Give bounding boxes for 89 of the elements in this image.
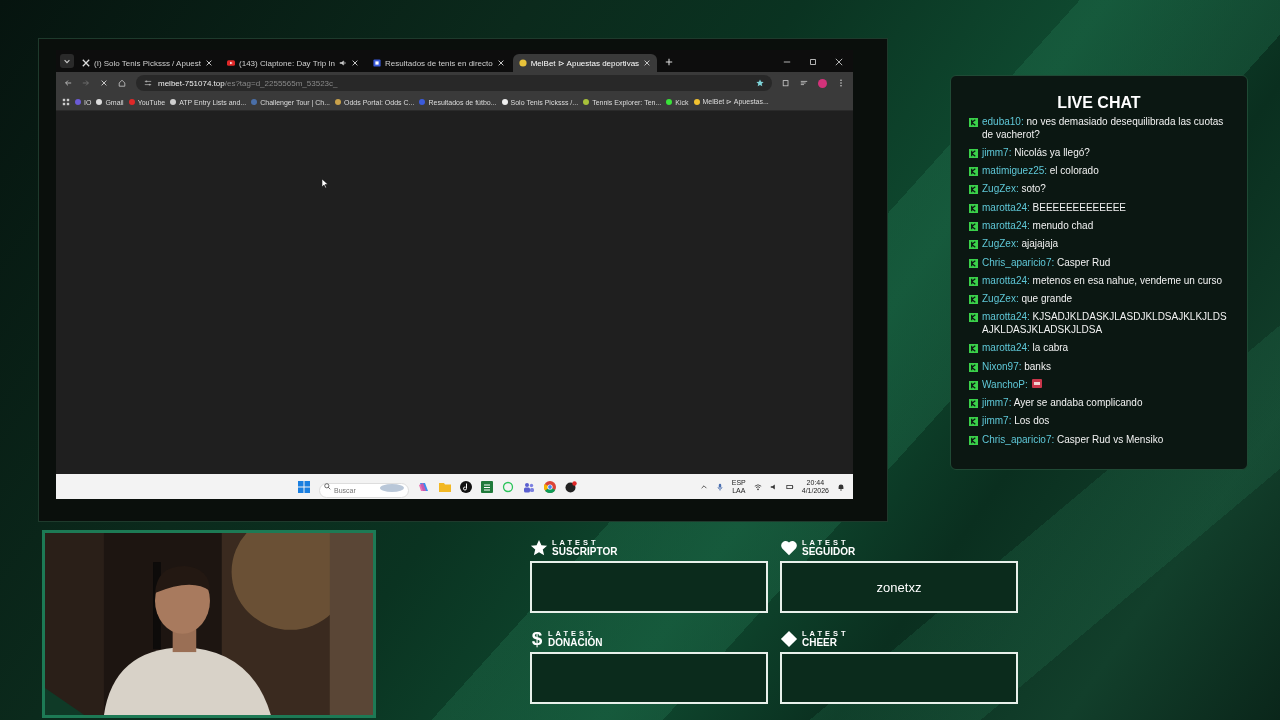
badge-icon — [969, 148, 978, 158]
chat-message: eduba10: no ves demasiado desequilibrada las cuotas de vacherot? — [982, 116, 1225, 141]
browser-tab[interactable]: Resultados de tenis en directo — [367, 54, 511, 72]
app-icon[interactable] — [565, 480, 577, 493]
badge-icon — [969, 399, 978, 409]
microphone-icon[interactable] — [715, 482, 724, 491]
chat-message: ZugZex: que grande — [982, 293, 1074, 306]
badge-icon — [969, 276, 978, 286]
search-icon — [324, 483, 331, 490]
restore-icon[interactable] — [809, 58, 817, 66]
home-icon[interactable] — [118, 79, 126, 87]
browser-tab[interactable]: (I) Solo Tenis Picksss / Apuest — [76, 54, 219, 72]
star-icon[interactable] — [756, 79, 764, 87]
chat-message: Nixon97: banks — [982, 360, 1052, 374]
music-note-icon[interactable] — [460, 480, 472, 493]
media-icon[interactable] — [800, 79, 808, 87]
widget-title: DONACIÓN — [548, 637, 603, 648]
cursor-icon — [322, 179, 328, 188]
badge-icon — [969, 258, 978, 268]
chrome-icon[interactable] — [544, 480, 556, 493]
chat-message: marotta24: metenos en esa nahue, vendeme un curso — [982, 274, 1224, 288]
stop-icon[interactable] — [100, 79, 108, 87]
coin-icon — [518, 59, 527, 67]
windows-icon[interactable] — [298, 480, 310, 493]
address-bar[interactable]: melbet-751074.top/es?tag=d_2255565m_53523c_ — [136, 75, 772, 91]
browser-tab[interactable]: MelBet ⊳ Apuestas deportivas — [512, 54, 658, 72]
emote-icon — [1031, 378, 1042, 388]
close-icon[interactable] — [496, 59, 505, 67]
badge-icon — [969, 380, 978, 390]
chat-title: LIVE CHAT — [1057, 94, 1141, 112]
dollar-sign: $ — [530, 630, 544, 648]
minimize-icon[interactable] — [783, 58, 791, 66]
extensions-icon[interactable] — [782, 79, 790, 87]
star-icon — [530, 539, 548, 557]
badge-icon — [969, 313, 978, 323]
badge-icon — [969, 344, 978, 354]
badge-icon — [969, 203, 978, 213]
x-logo-icon — [82, 59, 90, 67]
back-icon[interactable] — [64, 79, 72, 87]
people-icon[interactable] — [523, 480, 535, 493]
speaker-icon[interactable] — [769, 482, 778, 491]
widget-value: zonetxz — [876, 579, 922, 595]
battery-icon[interactable] — [785, 482, 794, 491]
play-icon — [227, 59, 235, 67]
close-icon[interactable] — [835, 58, 843, 66]
chat-message: ZugZex: soto? — [982, 183, 1047, 196]
chat-message: matimiguez25: el colorado — [982, 165, 1100, 178]
badge-icon — [969, 185, 978, 195]
chevron-up-icon[interactable] — [699, 482, 708, 491]
chat-message: Chris_aparicio7: Casper Rud vs Mensiko — [982, 433, 1165, 447]
widget-title: SUSCRIPTOR — [552, 546, 618, 557]
cloud-icon — [380, 482, 404, 492]
speaker-icon[interactable] — [339, 59, 348, 67]
close-icon[interactable] — [351, 59, 360, 67]
avatar-icon[interactable] — [818, 78, 827, 88]
close-icon[interactable] — [205, 59, 213, 67]
badge-icon — [969, 417, 978, 427]
chat-message: ZugZex: ajajajaja — [982, 238, 1060, 251]
heart-icon — [780, 539, 798, 557]
chat-message: jimm7: Nicolás ya llegó? — [982, 146, 1091, 160]
menu-icon[interactable] — [837, 79, 845, 87]
apps-icon[interactable] — [62, 98, 70, 106]
badge-icon — [969, 435, 978, 445]
spreadsheet-icon[interactable] — [481, 480, 493, 493]
badge-icon — [969, 295, 978, 305]
chat-message: marotta24: KJSADJKLDASKJLASDJKLDSAJKLKJLDSAJKLDASJKLADSKJLDSA — [982, 311, 1228, 337]
badge-icon — [969, 362, 978, 372]
square-icon — [373, 59, 382, 67]
site-settings-icon[interactable] — [144, 79, 152, 87]
widget-title: CHEER — [802, 637, 838, 648]
chat-message: marotta24: BEEEEEEEEEEEEE — [982, 201, 1127, 215]
diamond-icon — [780, 630, 798, 648]
browser-tab[interactable]: (143) Claptone: Day Trip In — [221, 54, 366, 72]
chat-message: jimm7: Ayer se andaba complicando — [982, 397, 1144, 410]
badge-icon — [969, 240, 978, 250]
widget-title: SEGUIDOR — [802, 546, 856, 557]
wifi-icon[interactable] — [753, 482, 762, 491]
chat-message: marotta24: la cabra — [982, 342, 1070, 355]
badge-icon — [969, 222, 978, 231]
new-tab-icon[interactable] — [665, 58, 674, 66]
copilot-icon[interactable] — [418, 480, 430, 493]
chat-username: WanchoP: — [982, 378, 1028, 392]
badge-icon — [969, 118, 978, 127]
bell-icon[interactable] — [837, 482, 845, 491]
close-icon[interactable] — [643, 59, 652, 67]
chat-message: marotta24: menudo chad — [982, 220, 1095, 233]
badge-icon — [969, 167, 978, 177]
chat-message: Chris_aparicio7: Casper Rud — [982, 256, 1112, 270]
chat-message: jimm7: Los dos — [982, 415, 1051, 428]
